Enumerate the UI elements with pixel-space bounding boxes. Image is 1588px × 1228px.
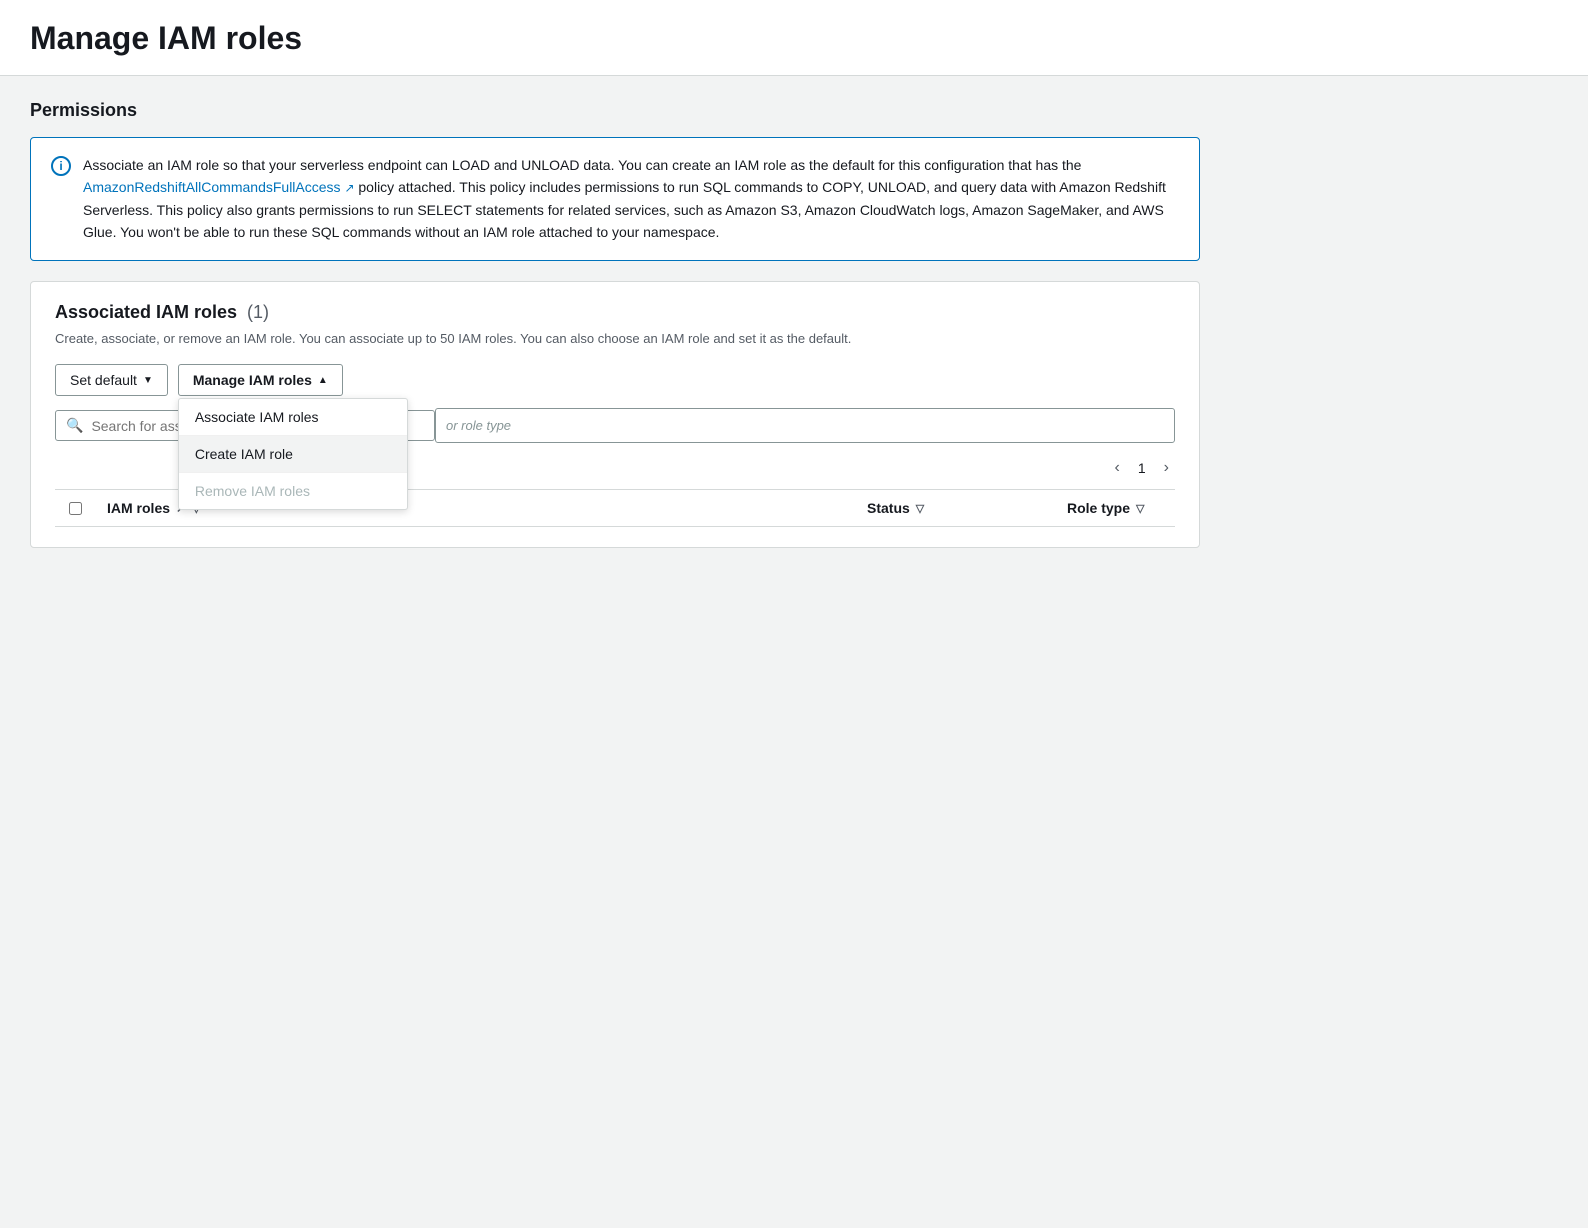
associated-section: Associated IAM roles (1) Create, associa… <box>30 281 1200 549</box>
info-text: Associate an IAM role so that your serve… <box>83 154 1179 244</box>
page-header: Manage IAM roles <box>0 0 1588 76</box>
info-icon: i <box>51 156 71 176</box>
search-right-field[interactable]: or role type <box>435 408 1175 443</box>
policy-link[interactable]: AmazonRedshiftAllCommandsFullAccess ↗ <box>83 179 355 195</box>
th-status: Status ▽ <box>855 490 1055 526</box>
associated-title-row: Associated IAM roles (1) <box>55 302 1175 323</box>
manage-iam-roles-dropdown-container: Manage IAM roles ▲ Associate IAM roles C… <box>178 364 343 396</box>
info-box: i Associate an IAM role so that your ser… <box>30 137 1200 261</box>
manage-iam-roles-menu: Associate IAM roles Create IAM role Remo… <box>178 398 408 510</box>
manage-iam-roles-button[interactable]: Manage IAM roles ▲ <box>178 364 343 396</box>
th-role-type: Role type ▽ <box>1055 490 1175 526</box>
associate-iam-roles-item[interactable]: Associate IAM roles <box>179 399 407 436</box>
role-type-sort-icon[interactable]: ▽ <box>1136 502 1144 515</box>
page-content: Permissions i Associate an IAM role so t… <box>0 76 1230 572</box>
select-all-checkbox[interactable] <box>69 502 82 515</box>
set-default-button[interactable]: Set default ▼ <box>55 364 168 396</box>
search-icon: 🔍 <box>66 417 83 434</box>
permissions-header: Permissions <box>30 100 1200 121</box>
next-page-button[interactable]: › <box>1158 455 1175 481</box>
remove-iam-roles-item: Remove IAM roles <box>179 473 407 509</box>
prev-page-button[interactable]: ‹ <box>1109 455 1126 481</box>
current-page: 1 <box>1130 458 1154 478</box>
page-title: Manage IAM roles <box>30 20 1558 57</box>
th-checkbox <box>55 490 95 526</box>
manage-iam-roles-chevron: ▲ <box>318 375 328 386</box>
set-default-chevron: ▼ <box>143 375 153 386</box>
associated-desc: Create, associate, or remove an IAM role… <box>55 329 1175 349</box>
associated-title: Associated IAM roles <box>55 302 237 322</box>
create-iam-role-item[interactable]: Create IAM role <box>179 436 407 473</box>
permissions-title: Permissions <box>30 100 137 120</box>
status-sort-icon[interactable]: ▽ <box>916 502 924 515</box>
toolbar: Set default ▼ Manage IAM roles ▲ Associa… <box>55 364 1175 396</box>
associated-count: (1) <box>247 302 269 322</box>
